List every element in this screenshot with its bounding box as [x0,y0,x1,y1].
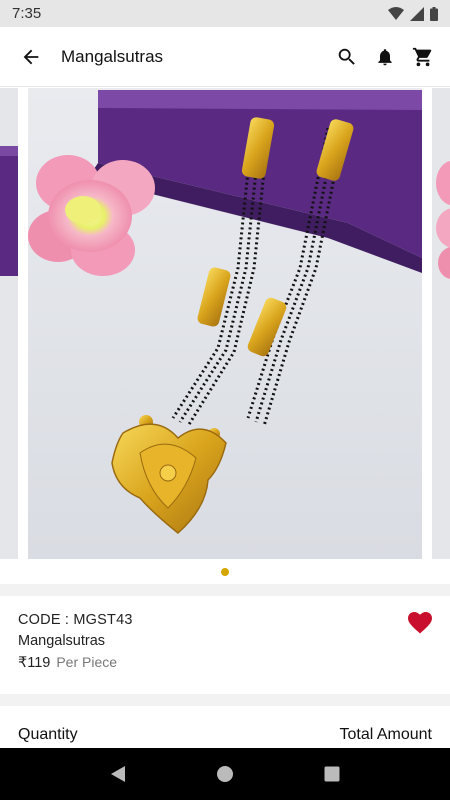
product-code: CODE : MGST43 [18,612,133,628]
nav-back-button[interactable] [98,754,138,794]
search-icon [338,48,355,65]
status-icons [388,6,438,21]
arrow-back-icon [23,49,39,64]
product-image-carousel[interactable] [0,87,450,584]
mangalsutra-product-image [28,88,422,559]
search-button[interactable] [328,35,366,79]
page-title: Mangalsutras [61,46,164,66]
status-bar: 7:35 [0,0,450,27]
price-row: ₹119 Per Piece [18,654,432,671]
product-info-card: CODE : MGST43 Mangalsutras ₹119 Per Piec… [0,596,450,694]
heart-icon [408,612,432,634]
favorite-button[interactable] [406,610,434,636]
bell-icon [378,48,392,65]
carousel-dot-active [221,568,229,576]
carousel-current-slide[interactable] [28,88,422,559]
carousel-next-slide[interactable] [432,88,450,559]
nav-recents-button[interactable] [312,754,352,794]
price-unit: Per Piece [56,654,118,670]
circle-home-icon [216,766,233,782]
notifications-button[interactable] [366,35,404,79]
cart-button[interactable] [404,35,442,79]
carousel-indicator [0,568,450,576]
product-name: Mangalsutras [18,633,106,649]
quantity-label: Quantity [18,726,78,743]
system-nav-bar [0,748,450,800]
wifi-icon [388,6,404,20]
battery-icon [430,6,438,21]
total-amount-label: Total Amount [339,726,433,743]
square-recents-icon [324,766,340,782]
carousel-prev-slide[interactable] [0,88,18,559]
app-bar: Mangalsutras [0,27,450,87]
cart-icon [412,47,432,66]
signal-icon [410,6,424,21]
app-bar-actions [328,35,442,79]
triangle-back-icon [111,766,126,782]
product-price: ₹119 [18,655,51,671]
quantity-section: Quantity Total Amount [0,706,450,748]
prev-product-image [0,88,18,559]
status-time: 7:35 [12,5,42,22]
next-product-image [432,88,450,559]
back-button[interactable] [7,33,55,81]
nav-home-button[interactable] [205,754,245,794]
